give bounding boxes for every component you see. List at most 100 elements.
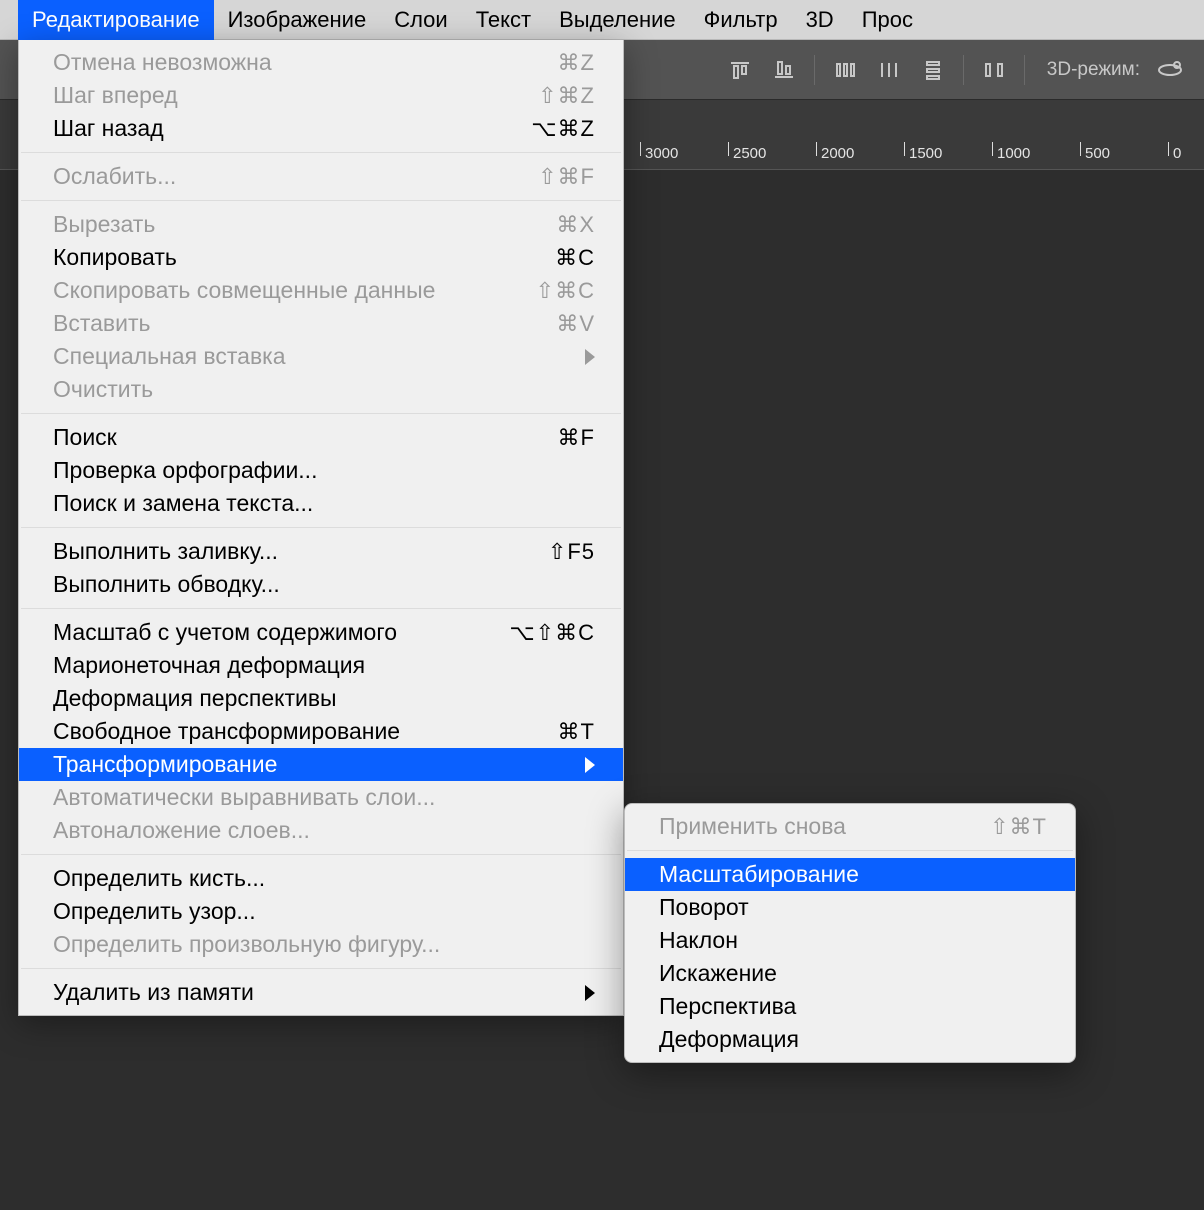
menu-item-label: Поиск и замена текста...	[53, 490, 313, 517]
menu-item[interactable]: Определить узор...	[19, 895, 623, 928]
menu-item-shortcut: ⌘T	[558, 719, 595, 745]
ruler-tick: 2500	[728, 142, 766, 156]
ruler-tick: 2000	[816, 142, 854, 156]
menu-item-label: Шаг назад	[53, 115, 164, 142]
menu-item-shortcut: ⌥⇧⌘C	[509, 620, 595, 646]
menu-item[interactable]: Деформация перспективы	[19, 682, 623, 715]
menu-item[interactable]: Выполнить обводку...	[19, 568, 623, 601]
menu-item-shortcut: ⌘X	[556, 212, 595, 238]
menu-item-shortcut: ⌘F	[558, 425, 595, 451]
menu-item[interactable]: Масштабирование	[625, 858, 1075, 891]
menu-text[interactable]: Текст	[462, 0, 545, 41]
menu-item-label: Автоналожение слоев...	[53, 817, 310, 844]
menu-item-label: Деформация перспективы	[53, 685, 337, 712]
menu-item[interactable]: Деформация	[625, 1023, 1075, 1056]
menu-item: Вырезать⌘X	[19, 208, 623, 241]
menu-item-label: Определить произвольную фигуру...	[53, 931, 440, 958]
menu-item-label: Наклон	[659, 927, 738, 954]
submenu-arrow-icon	[585, 757, 595, 773]
menu-separator	[21, 527, 621, 528]
menu-item-label: Ослабить...	[53, 163, 176, 190]
menu-separator	[627, 850, 1073, 851]
menu-item[interactable]: Трансформирование	[19, 748, 623, 781]
menu-item-label: Проверка орфографии...	[53, 457, 317, 484]
menu-3d[interactable]: 3D	[792, 0, 848, 41]
distribute-space-icon[interactable]	[980, 56, 1008, 84]
submenu-arrow-icon	[585, 985, 595, 1001]
menu-item[interactable]: Удалить из памяти	[19, 976, 623, 1009]
menu-item-label: Удалить из памяти	[53, 979, 254, 1006]
menu-item[interactable]: Свободное трансформирование⌘T	[19, 715, 623, 748]
menu-item-label: Автоматически выравнивать слои...	[53, 784, 435, 811]
menu-item-shortcut: ⇧⌘F	[538, 164, 595, 190]
ruler-tick: 1000	[992, 142, 1030, 156]
menu-separator	[21, 152, 621, 153]
menu-view-partial[interactable]: Прос	[848, 0, 927, 41]
menu-layers[interactable]: Слои	[380, 0, 462, 41]
distribute-v-icon[interactable]	[919, 56, 947, 84]
menu-select[interactable]: Выделение	[545, 0, 690, 41]
menu-item: Специальная вставка	[19, 340, 623, 373]
menu-item-label: Выполнить обводку...	[53, 571, 280, 598]
divider	[963, 55, 964, 85]
menu-item: Очистить	[19, 373, 623, 406]
menu-item[interactable]: Проверка орфографии...	[19, 454, 623, 487]
menu-item: Автоматически выравнивать слои...	[19, 781, 623, 814]
transform-submenu: Применить снова⇧⌘TМасштабированиеПоворот…	[624, 803, 1076, 1063]
menu-item[interactable]: Поворот	[625, 891, 1075, 924]
menu-item: Отмена невозможна ⌘Z	[19, 46, 623, 79]
menu-image[interactable]: Изображение	[214, 0, 381, 41]
menu-item[interactable]: Наклон	[625, 924, 1075, 957]
3d-orbit-icon[interactable]	[1156, 56, 1184, 84]
menu-item: Определить произвольную фигуру...	[19, 928, 623, 961]
menu-item[interactable]: Шаг назад⌥⌘Z	[19, 112, 623, 145]
menu-item-shortcut: ⌘Z	[558, 50, 595, 76]
divider	[1024, 55, 1025, 85]
menu-item[interactable]: Копировать ⌘C	[19, 241, 623, 274]
menu-item-label: Вставить	[53, 310, 151, 337]
menu-item-label: Трансформирование	[53, 751, 277, 778]
divider	[814, 55, 815, 85]
menu-item-label: Определить кисть...	[53, 865, 265, 892]
ruler-tick: 1500	[904, 142, 942, 156]
menu-item[interactable]: Масштаб с учетом содержимого ⌥⇧⌘C	[19, 616, 623, 649]
menu-item-shortcut: ⌘C	[555, 245, 595, 271]
menu-item[interactable]: Поиск и замена текста...	[19, 487, 623, 520]
menu-item: Шаг вперед⇧⌘Z	[19, 79, 623, 112]
ruler-tick: 0	[1168, 142, 1181, 156]
menu-item: Ослабить... ⇧⌘F	[19, 160, 623, 193]
submenu-arrow-icon	[585, 349, 595, 365]
menu-edit[interactable]: Редактирование	[18, 0, 214, 41]
ruler-tick: 3000	[640, 142, 678, 156]
menu-item-shortcut: ⇧⌘Z	[538, 83, 595, 109]
menu-item: Скопировать совмещенные данные ⇧⌘C	[19, 274, 623, 307]
distribute-center-icon[interactable]	[875, 56, 903, 84]
menu-item-label: Масштаб с учетом содержимого	[53, 619, 397, 646]
distribute-h-icon[interactable]	[831, 56, 859, 84]
menu-item-label: Марионеточная деформация	[53, 652, 365, 679]
menu-item-label: Перспектива	[659, 993, 796, 1020]
menu-item-label: Копировать	[53, 244, 177, 271]
menu-item: Автоналожение слоев...	[19, 814, 623, 847]
menu-item-label: Масштабирование	[659, 861, 859, 888]
edit-menu-dropdown: Отмена невозможна⌘ZШаг вперед⇧⌘ZШаг наза…	[18, 40, 624, 1016]
menu-bar: Редактирование Изображение Слои Текст Вы…	[0, 0, 1204, 40]
align-bottom-icon[interactable]	[770, 56, 798, 84]
menu-item-label: Отмена невозможна	[53, 49, 272, 76]
ruler-tick: 500	[1080, 142, 1110, 156]
menu-item[interactable]: Марионеточная деформация	[19, 649, 623, 682]
align-top-icon[interactable]	[726, 56, 754, 84]
menu-item[interactable]: Определить кисть...	[19, 862, 623, 895]
menu-item[interactable]: Выполнить заливку...⇧F5	[19, 535, 623, 568]
menu-separator	[21, 968, 621, 969]
menu-item-label: Скопировать совмещенные данные	[53, 277, 435, 304]
menu-item-label: Поиск	[53, 424, 117, 451]
menu-separator	[21, 608, 621, 609]
menu-item[interactable]: Поиск ⌘F	[19, 421, 623, 454]
menu-item[interactable]: Искажение	[625, 957, 1075, 990]
menu-item[interactable]: Перспектива	[625, 990, 1075, 1023]
menu-item-shortcut: ⇧⌘C	[536, 278, 595, 304]
3d-mode-label: 3D-режим:	[1047, 59, 1140, 81]
menu-filter[interactable]: Фильтр	[690, 0, 792, 41]
menu-item: Вставить⌘V	[19, 307, 623, 340]
